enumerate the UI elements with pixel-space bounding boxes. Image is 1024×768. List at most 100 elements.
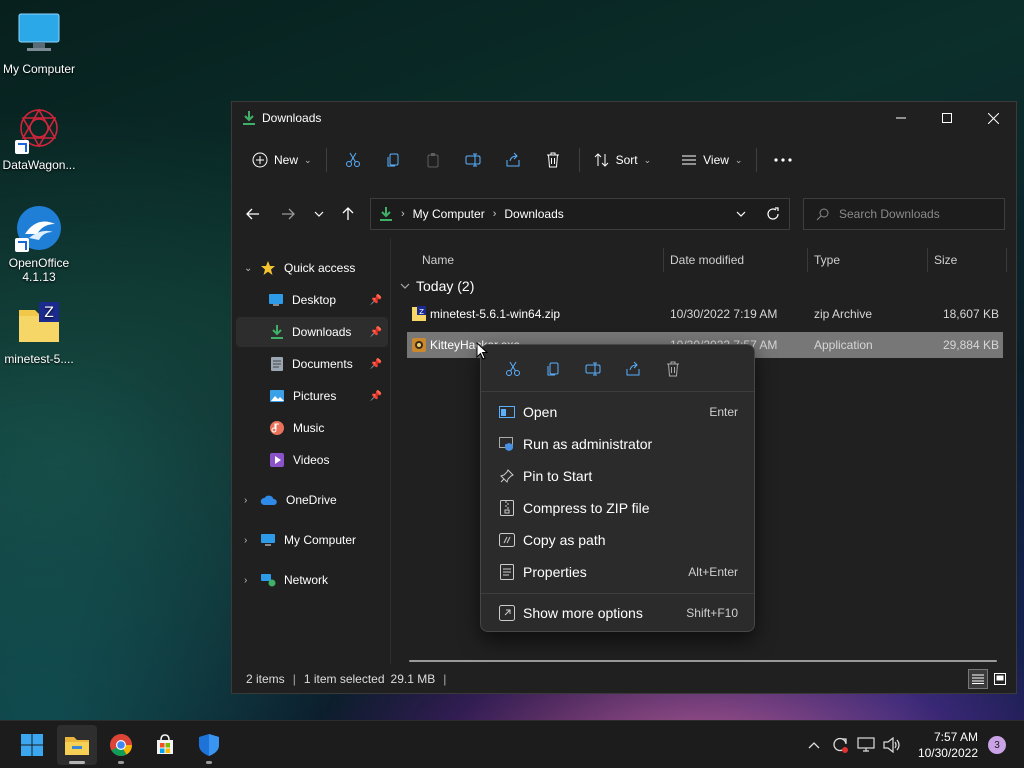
start-button[interactable] [12, 725, 52, 765]
exe-file-icon [411, 337, 427, 353]
taskbar-chrome[interactable] [101, 725, 141, 765]
minimize-button[interactable] [878, 102, 924, 134]
sidebar-item-pictures[interactable]: Pictures 📌 [236, 381, 388, 411]
menu-item-open[interactable]: Open Enter [485, 397, 750, 427]
sidebar-item-downloads[interactable]: Downloads 📌 [236, 317, 388, 347]
copy-button[interactable] [373, 144, 413, 176]
paste-button[interactable] [413, 144, 453, 176]
context-delete-button[interactable] [653, 357, 693, 381]
show-hidden-icons-button[interactable] [802, 733, 826, 757]
selection-count: 1 item selected [303, 672, 385, 686]
menu-divider [481, 391, 754, 392]
sidebar-item-music[interactable]: Music [236, 413, 388, 443]
desktop-icon-my-computer[interactable]: My Computer [0, 10, 78, 76]
menu-item-copy-as-path[interactable]: Copy as path [485, 525, 750, 555]
sidebar-item-onedrive[interactable]: › OneDrive [236, 485, 388, 515]
up-button[interactable] [332, 198, 364, 230]
more-options-button[interactable] [763, 144, 803, 176]
breadcrumb-downloads[interactable]: Downloads [504, 207, 563, 221]
sidebar-item-network[interactable]: › Network [236, 565, 388, 595]
copy-icon [385, 152, 401, 168]
search-box[interactable]: Search Downloads [803, 198, 1005, 230]
new-label: New [274, 153, 299, 167]
refresh-button[interactable] [757, 198, 789, 230]
pin-icon[interactable]: 📌 [370, 391, 382, 402]
search-icon [816, 208, 829, 221]
sort-button[interactable]: Sort ⌄ [586, 144, 660, 176]
pin-icon[interactable]: 📌 [370, 327, 382, 338]
sidebar-item-documents[interactable]: Documents 📌 [236, 349, 388, 379]
chevron-right-icon[interactable]: › [244, 535, 247, 546]
column-divider[interactable] [807, 248, 808, 272]
menu-item-compress-to-zip[interactable]: Compress to ZIP file [485, 493, 750, 523]
menu-item-properties[interactable]: Properties Alt+Enter [485, 557, 750, 587]
group-label: Today (2) [416, 278, 475, 294]
shield-icon [198, 733, 220, 757]
desktop-icon-openoffice[interactable]: OpenOffice 4.1.13 [0, 204, 78, 284]
tray-network-icon[interactable] [854, 733, 878, 757]
taskbar-microsoft-store[interactable] [145, 725, 185, 765]
view-button[interactable]: View ⌄ [673, 144, 750, 176]
address-history-button[interactable] [725, 198, 757, 230]
pictures-icon [269, 389, 285, 403]
chevron-down-icon: ⌄ [734, 154, 743, 165]
tray-update-icon[interactable] [828, 733, 852, 757]
sidebar-item-videos[interactable]: Videos [236, 445, 388, 475]
share-icon [625, 361, 641, 377]
sort-arrows-icon [594, 152, 610, 168]
notification-badge[interactable]: 3 [988, 736, 1006, 754]
address-bar[interactable]: › My Computer › Downloads [370, 198, 790, 230]
menu-item-show-more-options[interactable]: Show more options Shift+F10 [485, 598, 750, 628]
chevron-right-icon[interactable]: › [244, 575, 247, 586]
column-divider[interactable] [663, 248, 664, 272]
pane-divider[interactable] [390, 238, 391, 664]
column-divider[interactable] [1006, 248, 1007, 272]
pin-icon[interactable]: 📌 [370, 295, 382, 306]
context-copy-button[interactable] [533, 357, 573, 381]
back-button[interactable] [237, 198, 269, 230]
window-title: Downloads [262, 111, 322, 125]
taskbar-windows-security[interactable] [189, 725, 229, 765]
details-view-toggle[interactable] [968, 669, 988, 689]
taskbar-file-explorer[interactable] [57, 725, 97, 765]
column-divider[interactable] [927, 248, 928, 272]
title-bar[interactable]: Downloads [232, 102, 1016, 134]
arrow-right-icon [281, 208, 295, 220]
menu-item-run-as-administrator[interactable]: Run as administrator [485, 429, 750, 459]
chevron-down-icon [400, 283, 410, 289]
desktop-icon-minetest-zip[interactable]: Z minetest-5.... [0, 300, 78, 366]
context-share-button[interactable] [613, 357, 653, 381]
cut-button[interactable] [333, 144, 373, 176]
context-rename-button[interactable] [573, 357, 613, 381]
forward-button[interactable] [272, 198, 304, 230]
sidebar-item-quick-access[interactable]: ⌄ Quick access [236, 253, 388, 283]
desktop-icon-datawagon[interactable]: DataWagon... [0, 106, 78, 172]
document-icon [270, 356, 284, 372]
new-button[interactable]: New ⌄ [244, 144, 320, 176]
rename-button[interactable] [453, 144, 493, 176]
sidebar-item-desktop[interactable]: Desktop 📌 [236, 285, 388, 315]
context-cut-button[interactable] [493, 357, 533, 381]
close-button[interactable] [970, 102, 1016, 134]
pin-icon[interactable]: 📌 [370, 359, 382, 370]
chevron-right-icon[interactable]: › [244, 495, 247, 506]
properties-icon [491, 564, 523, 580]
file-row[interactable]: Z minetest-5.6.1-win64.zip 10/30/2022 7:… [407, 301, 1003, 327]
chevron-down-icon[interactable]: ⌄ [244, 263, 252, 274]
breadcrumb-my-computer[interactable]: My Computer [413, 207, 485, 221]
recent-locations-button[interactable] [303, 198, 335, 230]
horizontal-scrollbar[interactable] [409, 660, 997, 662]
column-header-size[interactable]: Size [934, 253, 957, 267]
column-header-date-modified[interactable]: Date modified [670, 253, 744, 267]
column-header-type[interactable]: Type [814, 253, 840, 267]
group-header-today[interactable]: Today (2) [400, 278, 474, 294]
maximize-button[interactable] [924, 102, 970, 134]
tray-clock[interactable]: 7:57 AM 10/30/2022 [918, 729, 978, 761]
share-button[interactable] [493, 144, 533, 176]
delete-button[interactable] [533, 144, 573, 176]
tiles-view-toggle[interactable] [990, 669, 1010, 689]
menu-item-pin-to-start[interactable]: Pin to Start [485, 461, 750, 491]
column-header-name[interactable]: Name [422, 253, 454, 267]
sidebar-item-my-computer[interactable]: › My Computer [236, 525, 388, 555]
tray-volume-icon[interactable] [880, 733, 904, 757]
